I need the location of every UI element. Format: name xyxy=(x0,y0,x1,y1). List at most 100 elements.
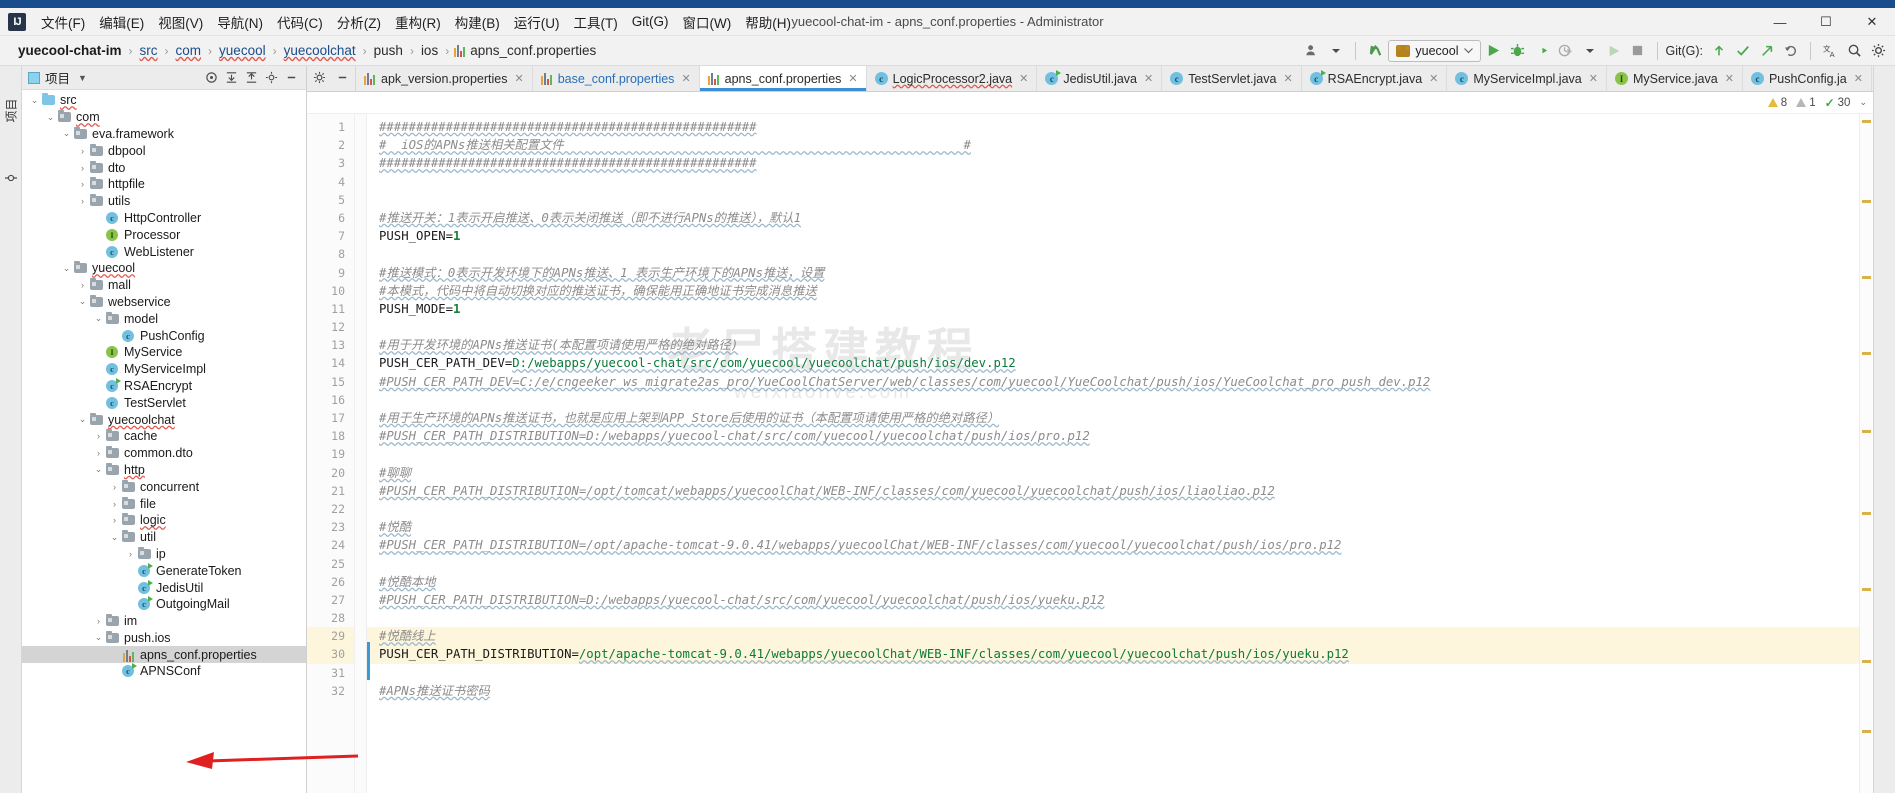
chevron-right-icon[interactable]: › xyxy=(108,482,121,492)
gear-icon[interactable] xyxy=(313,71,326,87)
code-line[interactable]: #APNs推送证书密码 xyxy=(367,682,1859,700)
editor-tab-pushconfig-ja[interactable]: cPushConfig.ja✕ xyxy=(1743,66,1872,91)
editor-tab-jedisutil-java[interactable]: cJedisUtil.java✕ xyxy=(1037,66,1162,91)
menu-file[interactable]: 文件(F) xyxy=(34,9,92,35)
user-dropdown-icon[interactable] xyxy=(1325,40,1347,62)
code-line[interactable]: #悦酷本地 xyxy=(367,573,1859,591)
git-rollback-icon[interactable] xyxy=(1780,40,1802,62)
tree-node-dbpool[interactable]: ›dbpool xyxy=(22,142,306,159)
code-line[interactable]: PUSH_CER_PATH_DISTRIBUTION=/opt/apache-t… xyxy=(367,645,1859,663)
code-line[interactable] xyxy=(367,445,1859,463)
warning-count[interactable]: 8 xyxy=(1768,97,1787,109)
close-tab-icon[interactable]: ✕ xyxy=(1283,72,1292,85)
tree-node-http[interactable]: ⌄http xyxy=(22,462,306,479)
code-line[interactable] xyxy=(367,555,1859,573)
updates-icon[interactable] xyxy=(1364,40,1386,62)
chevron-right-icon[interactable]: › xyxy=(108,515,121,525)
code-line[interactable]: #悦酷线上 xyxy=(367,627,1859,645)
chevron-right-icon[interactable]: › xyxy=(76,196,89,206)
close-button[interactable]: ✕ xyxy=(1849,8,1895,36)
weak-warning-count[interactable]: 1 xyxy=(1796,97,1815,109)
run-icon[interactable] xyxy=(1483,40,1505,62)
breadcrumb-com[interactable]: com xyxy=(174,43,204,58)
tree-node-pushconfig[interactable]: cPushConfig xyxy=(22,327,306,344)
pane-settings-icon[interactable] xyxy=(262,69,280,87)
code-line[interactable]: ########################################… xyxy=(367,118,1859,136)
close-tab-icon[interactable]: ✕ xyxy=(1589,72,1598,85)
code-line[interactable]: #PUSH_CER_PATH_DISTRIBUTION=D:/webapps/y… xyxy=(367,591,1859,609)
chevron-down-icon[interactable]: ▼ xyxy=(78,73,87,83)
chevron-down-icon[interactable]: ⌄ xyxy=(76,296,89,307)
editor-tab-apk_version-properties[interactable]: apk_version.properties✕ xyxy=(356,66,533,91)
hide-editor-icon[interactable] xyxy=(336,71,349,87)
close-tab-icon[interactable]: ✕ xyxy=(514,72,523,85)
close-tab-icon[interactable]: ✕ xyxy=(1725,72,1734,85)
tree-node-outgoingmail[interactable]: cOutgoingMail xyxy=(22,596,306,613)
chevron-down-icon[interactable]: ⌄ xyxy=(92,632,105,643)
menu-window[interactable]: 窗口(W) xyxy=(676,9,739,35)
stripe-mark[interactable] xyxy=(1862,588,1871,591)
tree-node-mall[interactable]: ›mall xyxy=(22,277,306,294)
tree-node-model[interactable]: ⌄model xyxy=(22,310,306,327)
git-update-icon[interactable] xyxy=(1708,40,1730,62)
menu-git[interactable]: Git(G) xyxy=(625,11,676,32)
stripe-mark[interactable] xyxy=(1862,200,1871,203)
breadcrumb-yuecool[interactable]: yuecool xyxy=(217,43,268,58)
breadcrumb-ios[interactable]: ios xyxy=(419,43,440,58)
editor-tab-myserviceimpl-java[interactable]: cMyServiceImpl.java✕ xyxy=(1447,66,1607,91)
tree-node-yuecool[interactable]: ⌄yuecool xyxy=(22,260,306,277)
translate-icon[interactable]: 文A xyxy=(1819,40,1841,62)
chevron-down-icon[interactable]: ⌄ xyxy=(60,128,73,139)
code-text[interactable]: 老尸搭建教程 weixiaolive.com #################… xyxy=(367,114,1859,793)
chevron-down-icon[interactable]: ⌄ xyxy=(44,112,57,123)
debug-icon[interactable] xyxy=(1507,40,1529,62)
run-coverage-icon[interactable] xyxy=(1531,40,1553,62)
tree-node-webservice[interactable]: ⌄webservice xyxy=(22,294,306,311)
menu-tools[interactable]: 工具(T) xyxy=(567,9,625,35)
chevron-right-icon[interactable]: › xyxy=(76,146,89,156)
project-pane-title-group[interactable]: 项目 ▼ xyxy=(28,68,87,87)
tree-node-jedisutil[interactable]: cJedisUtil xyxy=(22,579,306,596)
minimize-button[interactable]: — xyxy=(1757,8,1803,36)
stop-icon[interactable] xyxy=(1627,40,1649,62)
chevron-down-icon[interactable]: ⌄ xyxy=(92,313,105,324)
stripe-mark[interactable] xyxy=(1862,660,1871,663)
stripe-mark[interactable] xyxy=(1862,430,1871,433)
tool-window-button-project[interactable]: 项目 xyxy=(3,87,20,135)
tree-node-push.ios[interactable]: ⌄push.ios xyxy=(22,630,306,647)
error-stripe-marker-bar[interactable] xyxy=(1859,114,1873,793)
editor-tab-logicprocessor2-java[interactable]: cLogicProcessor2.java✕ xyxy=(867,66,1038,91)
menu-build[interactable]: 构建(B) xyxy=(448,9,507,35)
chevron-down-icon[interactable]: ⌄ xyxy=(108,532,121,543)
collapse-all-icon[interactable] xyxy=(222,69,240,87)
user-avatar-icon[interactable] xyxy=(1301,40,1323,62)
chevron-down-icon[interactable]: ⌄ xyxy=(60,263,73,274)
code-line[interactable] xyxy=(367,173,1859,191)
tree-node-httpfile[interactable]: ›httpfile xyxy=(22,176,306,193)
code-line[interactable]: #推送模式：0表示开发环境下的APNs推送、1 表示生产环境下的APNs推送，设… xyxy=(367,264,1859,282)
attach-run-icon[interactable] xyxy=(1603,40,1625,62)
code-line[interactable] xyxy=(367,391,1859,409)
code-line[interactable]: #PUSH_CER_PATH_DISTRIBUTION=/opt/apache-… xyxy=(367,536,1859,554)
project-tree[interactable]: ⌄src⌄com⌄eva.framework›dbpool›dto›httpfi… xyxy=(22,90,306,793)
code-line[interactable] xyxy=(367,500,1859,518)
tree-node-processor[interactable]: IProcessor xyxy=(22,226,306,243)
code-folding-column[interactable] xyxy=(355,114,367,793)
breadcrumb-src[interactable]: src xyxy=(138,43,160,58)
code-line[interactable]: #聊聊 xyxy=(367,464,1859,482)
menu-run[interactable]: 运行(U) xyxy=(507,9,567,35)
inspection-expand-icon[interactable]: ⌄ xyxy=(1859,97,1867,108)
commit-icon[interactable] xyxy=(4,172,18,187)
code-line[interactable]: PUSH_MODE=1 xyxy=(367,300,1859,318)
editor-tab-apns_conf-properties[interactable]: apns_conf.properties✕ xyxy=(700,66,867,91)
tree-node-cache[interactable]: ›cache xyxy=(22,428,306,445)
chevron-down-icon[interactable]: ⌄ xyxy=(28,95,41,106)
code-line[interactable] xyxy=(367,318,1859,336)
menu-navigate[interactable]: 导航(N) xyxy=(210,9,270,35)
editor-tab-testservlet-java[interactable]: cTestServlet.java✕ xyxy=(1162,66,1301,91)
tree-node-utils[interactable]: ›utils xyxy=(22,193,306,210)
breadcrumb-file[interactable]: apns_conf.properties xyxy=(454,43,596,58)
tree-node-dto[interactable]: ›dto xyxy=(22,159,306,176)
tree-node-com[interactable]: ⌄com xyxy=(22,109,306,126)
maximize-button[interactable]: ☐ xyxy=(1803,8,1849,36)
